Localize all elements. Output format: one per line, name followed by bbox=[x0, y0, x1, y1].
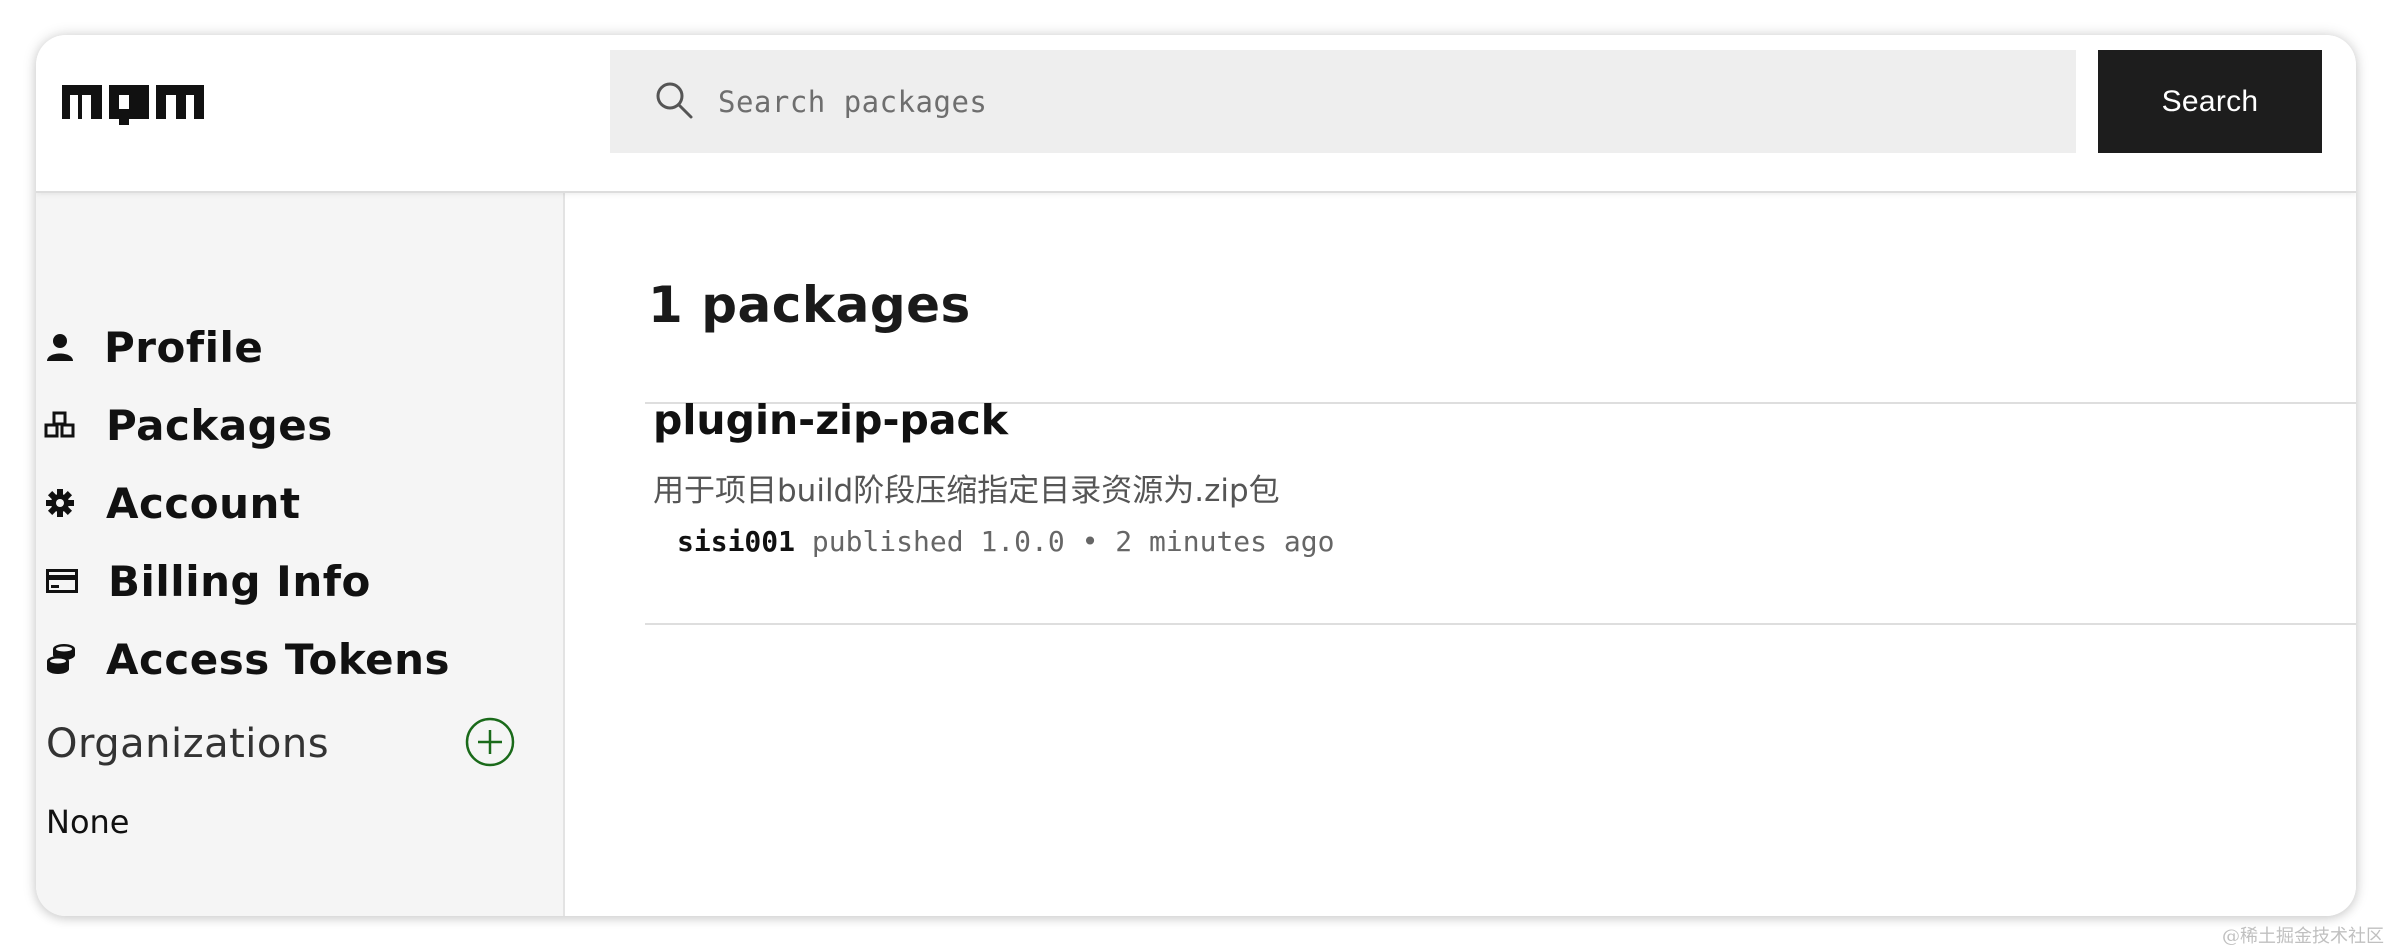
npm-logo[interactable] bbox=[62, 79, 204, 125]
package-meta: sisi001 published 1.0.0 • 2 minutes ago bbox=[677, 525, 1334, 558]
watermark-text: @稀土掘金技术社区 bbox=[2222, 926, 2384, 947]
sidebar-item-access-tokens[interactable]: Access Tokens bbox=[44, 629, 544, 689]
sidebar-item-profile[interactable]: Profile bbox=[44, 317, 544, 377]
main-content: 1 packages plugin-zip-pack 用于项目build阶段压缩… bbox=[565, 191, 2356, 916]
gear-icon bbox=[46, 489, 74, 517]
list-divider bbox=[645, 623, 2356, 625]
sidebar-item-billing[interactable]: Billing Info bbox=[44, 551, 544, 611]
sidebar-item-label: Profile bbox=[104, 323, 264, 372]
cubes-icon bbox=[44, 411, 75, 438]
package-description: 用于项目build阶段压缩指定目录资源为.zip包 bbox=[653, 473, 1280, 509]
sidebar-item-packages[interactable]: Packages bbox=[44, 395, 544, 455]
organizations-heading: Organizations bbox=[46, 721, 330, 767]
search-bar bbox=[610, 50, 2076, 153]
search-icon bbox=[656, 82, 693, 119]
package-published-info: published 1.0.0 • 2 minutes ago bbox=[795, 525, 1335, 558]
search-button[interactable]: Search bbox=[2098, 50, 2322, 153]
organizations-empty-text: None bbox=[46, 803, 130, 841]
package-author-link[interactable]: sisi001 bbox=[677, 525, 795, 558]
sidebar-item-account[interactable]: Account bbox=[44, 473, 544, 533]
credit-card-icon bbox=[46, 569, 78, 593]
sidebar-item-label: Account bbox=[106, 479, 301, 528]
package-name-link[interactable]: plugin-zip-pack bbox=[653, 396, 1008, 444]
package-count-heading: 1 packages bbox=[648, 276, 971, 334]
user-icon bbox=[47, 334, 73, 361]
sidebar: Profile Packages Account Billing Info Ac… bbox=[36, 191, 565, 916]
sidebar-item-label: Billing Info bbox=[108, 557, 371, 606]
search-input[interactable] bbox=[716, 76, 2020, 128]
add-organization-icon[interactable] bbox=[464, 716, 516, 768]
sidebar-item-label: Access Tokens bbox=[106, 635, 451, 684]
sidebar-item-label: Packages bbox=[106, 401, 333, 450]
coins-icon bbox=[47, 644, 75, 674]
app-window: Search Profile Packages bbox=[36, 35, 2356, 916]
header: Search bbox=[36, 35, 2356, 193]
